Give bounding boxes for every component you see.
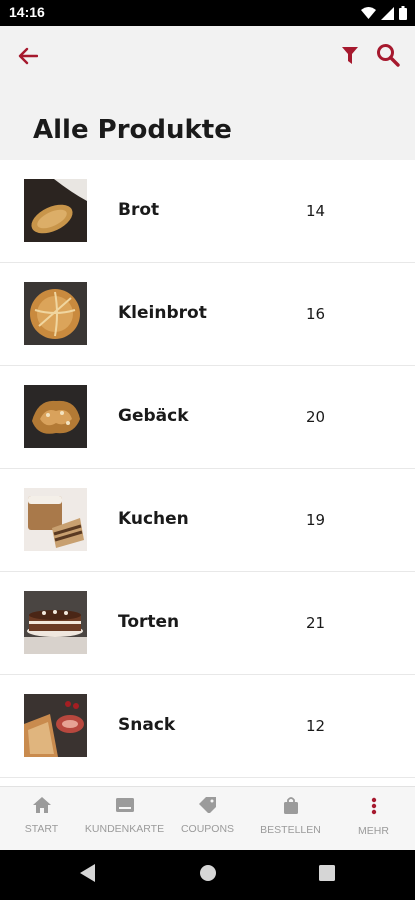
status-time: 14:16 [9, 4, 45, 20]
product-count: 12 [306, 717, 326, 735]
nav-label-mehr: MEHR [358, 825, 389, 837]
product-count: 14 [306, 202, 326, 220]
torten-image [24, 591, 87, 654]
page-title: Alle Produkte [33, 115, 232, 145]
snack-image [24, 694, 87, 757]
product-count: 19 [306, 511, 326, 529]
back-button[interactable] [12, 42, 44, 74]
system-recents-button[interactable] [315, 863, 339, 887]
arrow-back-icon [18, 47, 39, 69]
app-header: Alle Produkte [0, 26, 415, 160]
triangle-back-icon [80, 864, 96, 886]
nav-label-kundenkarte: KUNDENKARTE [84, 823, 165, 835]
nav-kundenkarte[interactable]: KUNDENKARTE [83, 787, 166, 850]
nav-bestellen[interactable]: BESTELLEN [249, 787, 332, 850]
bottom-navigation: START KUNDENKARTE COUPONS BESTELLEN MEHR [0, 786, 415, 850]
product-list: Brot 14 Kleinbrot 16 Gebäck 20 Kuchen 19… [0, 160, 415, 786]
wifi-icon [361, 5, 376, 24]
product-name: Brot [118, 200, 160, 220]
product-name: Kleinbrot [118, 303, 207, 323]
shopping-bag-icon [283, 797, 299, 818]
product-row-kuchen[interactable]: Kuchen 19 [0, 469, 415, 572]
battery-icon [399, 5, 407, 24]
search-icon [376, 43, 400, 71]
filter-icon [342, 46, 358, 68]
product-row-torten[interactable]: Torten 21 [0, 572, 415, 675]
kuchen-image [24, 488, 87, 551]
product-count: 16 [306, 305, 326, 323]
status-icons [361, 5, 407, 24]
nav-label-start: START [24, 823, 59, 835]
tag-icon [198, 797, 217, 817]
product-row-kleinbrot[interactable]: Kleinbrot 16 [0, 263, 415, 366]
product-name: Gebäck [118, 406, 189, 426]
filter-button[interactable] [336, 42, 364, 72]
product-row-brot[interactable]: Brot 14 [0, 160, 415, 263]
gebaeck-image [24, 385, 87, 448]
product-name: Kuchen [118, 509, 189, 529]
nav-mehr[interactable]: MEHR [332, 787, 415, 850]
card-icon [115, 797, 134, 817]
system-navigation-bar [0, 850, 415, 900]
nav-label-bestellen: BESTELLEN [260, 824, 321, 836]
system-home-button[interactable] [196, 863, 220, 887]
product-name: Snack [118, 715, 176, 735]
product-row-gebaeck[interactable]: Gebäck 20 [0, 366, 415, 469]
product-name: Torten [118, 612, 180, 632]
square-recents-icon [319, 865, 335, 885]
search-button[interactable] [372, 41, 404, 73]
circle-home-icon [199, 864, 217, 886]
brot-image [24, 179, 87, 242]
home-icon [32, 797, 51, 817]
more-vertical-icon [371, 797, 377, 819]
system-back-button[interactable] [76, 863, 100, 887]
product-count: 21 [306, 614, 326, 632]
status-bar: 14:16 [0, 0, 415, 26]
kleinbrot-image [24, 282, 87, 345]
nav-coupons[interactable]: COUPONS [166, 787, 249, 850]
signal-icon [381, 5, 394, 24]
nav-start[interactable]: START [0, 787, 83, 850]
nav-label-coupons: COUPONS [180, 823, 235, 835]
product-count: 20 [306, 408, 326, 426]
product-row-snack[interactable]: Snack 12 [0, 675, 415, 778]
